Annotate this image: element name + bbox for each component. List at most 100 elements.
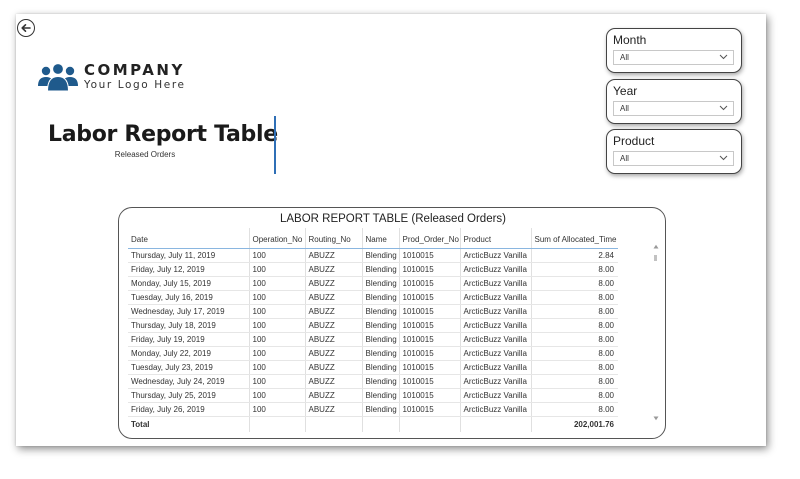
table-cell: Thursday, July 25, 2019	[128, 388, 250, 403]
table-cell: ABUZZ	[305, 248, 363, 263]
table-cell: 1010015	[399, 290, 461, 305]
table-cell: ArcticBuzz Vanilla	[460, 402, 532, 417]
table-cell	[362, 415, 400, 432]
total-value: 202,001.76	[531, 415, 618, 432]
page-title: Labor Report Table	[48, 122, 278, 147]
table-cell	[305, 415, 363, 432]
table-cell: 1010015	[399, 248, 461, 263]
table-cell: 1010015	[399, 262, 461, 277]
table-cell: 8.00	[531, 346, 618, 361]
table-row[interactable]: Friday, July 12, 2019 100 ABUZZ Blending 101…	[128, 262, 618, 277]
table-cell: 8.00	[531, 402, 618, 417]
table-cell: 1010015	[399, 374, 461, 389]
labor-report-table: Date Operation_No Routing_No Name Prod_O…	[128, 228, 618, 432]
table-row[interactable]: Tuesday, July 23, 2019 100 ABUZZ Blending 10…	[128, 360, 618, 375]
table-row[interactable]: Friday, July 19, 2019 100 ABUZZ Blending 101…	[128, 332, 618, 347]
table-cell: 100	[249, 346, 306, 361]
table-cell: 8.00	[531, 262, 618, 277]
table-cell: Blending	[362, 318, 400, 333]
table-row[interactable]: Monday, July 22, 2019 100 ABUZZ Blending 101…	[128, 346, 618, 361]
table-header-row: Date Operation_No Routing_No Name Prod_O…	[128, 228, 618, 249]
company-tagline: Your Logo Here	[84, 79, 186, 91]
table-cell: ABUZZ	[305, 332, 363, 347]
table-cell: ArcticBuzz Vanilla	[460, 276, 532, 291]
table-cell: 1010015	[399, 388, 461, 403]
table-cell: 100	[249, 388, 306, 403]
table-cell: 8.00	[531, 290, 618, 305]
table-row[interactable]: Thursday, July 18, 2019 100 ABUZZ Blending 1…	[128, 318, 618, 333]
table-cell: ABUZZ	[305, 304, 363, 319]
table-cell: Blending	[362, 346, 400, 361]
scroll-up-arrow-icon[interactable]	[653, 244, 659, 249]
table-cell: ArcticBuzz Vanilla	[460, 360, 532, 375]
table-cell: 100	[249, 304, 306, 319]
year-dropdown[interactable]: All	[613, 101, 734, 116]
column-header-sum-allocated-time[interactable]: Sum of Allocated_Time	[531, 228, 618, 249]
month-dropdown-value: All	[620, 53, 629, 62]
table-cell: 8.00	[531, 388, 618, 403]
table-cell: 1010015	[399, 276, 461, 291]
table-cell: ArcticBuzz Vanilla	[460, 290, 532, 305]
table-cell: ABUZZ	[305, 262, 363, 277]
company-logo: COMPANY Your Logo Here	[37, 62, 186, 92]
product-slicer: Product All	[606, 129, 742, 174]
table-row[interactable]: Thursday, July 25, 2019 100 ABUZZ Blending 1…	[128, 388, 618, 403]
table-cell: 1010015	[399, 402, 461, 417]
table-row[interactable]: Monday, July 15, 2019 100 ABUZZ Blending 101…	[128, 276, 618, 291]
month-slicer: Month All	[606, 28, 742, 73]
column-header-name[interactable]: Name	[362, 228, 400, 249]
table-cell: Friday, July 12, 2019	[128, 262, 250, 277]
table-cell: 1010015	[399, 360, 461, 375]
company-name: COMPANY	[84, 61, 185, 79]
table-cell: 100	[249, 332, 306, 347]
table-cell: 100	[249, 374, 306, 389]
table-row[interactable]: Tuesday, July 16, 2019 100 ABUZZ Blending 10…	[128, 290, 618, 305]
table-cell: ABUZZ	[305, 402, 363, 417]
month-slicer-label: Month	[613, 33, 647, 47]
table-cell: ABUZZ	[305, 276, 363, 291]
table-cell: 8.00	[531, 360, 618, 375]
table-cell: 100	[249, 276, 306, 291]
page-subtitle: Released Orders	[114, 150, 176, 159]
table-cell: ABUZZ	[305, 360, 363, 375]
table-cell: Blending	[362, 290, 400, 305]
back-arrow-icon	[21, 24, 31, 32]
table-cell: Blending	[362, 360, 400, 375]
table-cell: ABUZZ	[305, 346, 363, 361]
table-cell: ArcticBuzz Vanilla	[460, 346, 532, 361]
table-cell: 8.00	[531, 332, 618, 347]
table-cell: ArcticBuzz Vanilla	[460, 318, 532, 333]
table-row[interactable]: Wednesday, July 17, 2019 100 ABUZZ Blending…	[128, 304, 618, 319]
column-header-product[interactable]: Product	[460, 228, 532, 249]
table-cell: ArcticBuzz Vanilla	[460, 304, 532, 319]
chevron-down-icon	[719, 54, 728, 60]
table-cell: Tuesday, July 16, 2019	[128, 290, 250, 305]
table-cell: Thursday, July 11, 2019	[128, 248, 250, 263]
table-cell: 8.00	[531, 304, 618, 319]
table-row[interactable]: Thursday, July 11, 2019 100 ABUZZ Blending 1…	[128, 248, 618, 263]
year-slicer-label: Year	[613, 84, 638, 98]
column-header-prod-order-no[interactable]: Prod_Order_No	[399, 228, 461, 249]
back-button[interactable]	[17, 19, 35, 37]
column-header-date[interactable]: Date	[128, 228, 250, 249]
vertical-scrollbar-thumb[interactable]	[654, 255, 657, 261]
table-cell: 100	[249, 248, 306, 263]
total-label: Total	[128, 415, 250, 432]
scroll-down-arrow-icon[interactable]	[653, 416, 659, 421]
table-row[interactable]: Wednesday, July 24, 2019 100 ABUZZ Blending…	[128, 374, 618, 389]
column-header-routing-no[interactable]: Routing_No	[305, 228, 363, 249]
table-cell: Friday, July 19, 2019	[128, 332, 250, 347]
table-cell: 2.84	[531, 248, 618, 263]
column-header-operation-no[interactable]: Operation_No	[249, 228, 306, 249]
year-slicer: Year All	[606, 79, 742, 124]
table-row[interactable]: Friday, July 26, 2019 100 ABUZZ Blending 101…	[128, 402, 618, 417]
table-cell: ArcticBuzz Vanilla	[460, 248, 532, 263]
table-cell: ArcticBuzz Vanilla	[460, 262, 532, 277]
chevron-down-icon	[719, 105, 728, 111]
table-cell: ABUZZ	[305, 374, 363, 389]
month-dropdown[interactable]: All	[613, 50, 734, 65]
table-cell: ABUZZ	[305, 318, 363, 333]
table-cell: 1010015	[399, 304, 461, 319]
product-dropdown[interactable]: All	[613, 151, 734, 166]
table-cell: ArcticBuzz Vanilla	[460, 388, 532, 403]
